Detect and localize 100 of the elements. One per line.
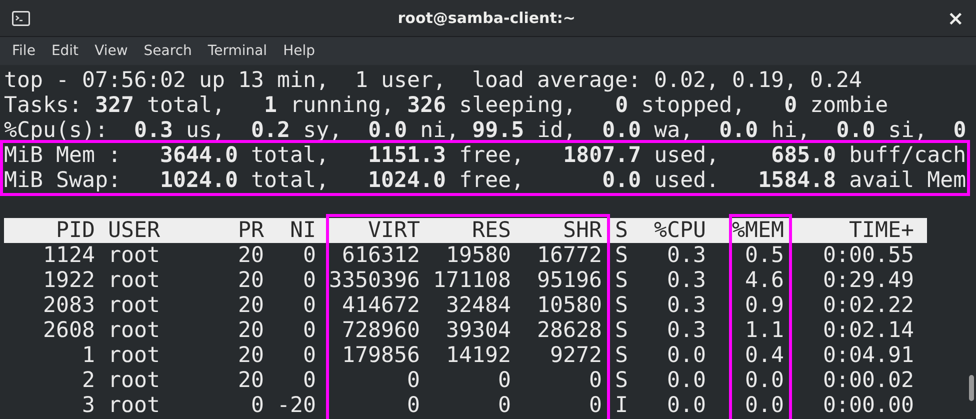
table-cell-text: 0.4 xyxy=(744,343,784,368)
table-cell-text: 1 xyxy=(80,343,95,368)
summary-line: Tasks: 327 total, 1 running, 326 sleeping, 0 stopped, 0 zombie xyxy=(4,93,890,118)
table-cell-text: 0 xyxy=(302,368,316,393)
table-cell-text: root xyxy=(107,343,162,368)
close-button[interactable]: × xyxy=(943,6,968,30)
table-cell-text: 0 xyxy=(302,343,316,368)
table-cell-text: 20 xyxy=(236,343,264,368)
table-cell-text: I xyxy=(614,393,628,418)
table-cell-text: 0.3 xyxy=(666,243,706,268)
terminal-icon xyxy=(12,10,30,26)
table-cell-text: S xyxy=(614,368,628,393)
column-header: S xyxy=(614,218,628,243)
table-cell-text: 179856 xyxy=(340,343,420,368)
table-cell-text: 616312 xyxy=(340,243,420,268)
table-cell-text: 2083 xyxy=(42,293,95,318)
table-cell-text: 0 xyxy=(302,293,316,318)
table-cell-text: 2 xyxy=(80,368,95,393)
table-cell-text: S xyxy=(614,268,628,293)
table-cell-text: 39304 xyxy=(444,318,511,343)
table-cell-text: 1922 xyxy=(42,268,95,293)
table-cell-text: 4.6 xyxy=(744,268,784,293)
table-cell-text: 0 xyxy=(406,368,420,393)
table-cell-text: root xyxy=(107,318,162,343)
table-cell-text: 0 xyxy=(250,393,264,418)
table-cell-text: 0.5 xyxy=(744,243,784,268)
summary-line: MiB Mem : 3644.0 total, 1151.3 free, 1807.7 used, 685.0 buff/cach xyxy=(4,143,967,168)
table-cell-text: 0 xyxy=(496,393,511,418)
table-cell-text: 3 xyxy=(80,393,95,418)
table-cell-text: 20 xyxy=(236,318,264,343)
table-cell-text: 0 xyxy=(496,368,511,393)
table-cell-text: 19580 xyxy=(444,243,511,268)
table-cell-text: 414672 xyxy=(340,293,420,318)
table-cell-text: 728960 xyxy=(340,318,420,343)
table-cell-text: 171108 xyxy=(432,268,511,293)
scrollbar-thumb[interactable] xyxy=(969,375,974,401)
table-cell-text: root xyxy=(107,268,162,293)
column-header: VIRT xyxy=(366,218,420,243)
column-header: TIME+ xyxy=(848,218,914,243)
table-cell-text: 1124 xyxy=(42,243,95,268)
table-cell-text: 16772 xyxy=(536,243,602,268)
table-cell-text: root xyxy=(107,393,162,418)
table-cell-text: root xyxy=(107,293,162,318)
table-cell-text: root xyxy=(107,368,162,393)
table-cell-text: 0:02.14 xyxy=(822,318,914,343)
menu-item[interactable]: Edit xyxy=(51,43,79,59)
table-cell-text: 0.3 xyxy=(666,318,706,343)
table-cell-text: S xyxy=(614,343,628,368)
table-cell-text: 0:00.55 xyxy=(822,243,914,268)
table-cell-text: S xyxy=(614,293,628,318)
table-cell-text: 0 xyxy=(302,268,316,293)
table-cell-text: 0:04.91 xyxy=(822,343,914,368)
table-cell-text: 0:02.22 xyxy=(822,293,914,318)
table-cell-text: 10580 xyxy=(536,293,602,318)
table-cell-text: 14192 xyxy=(444,343,511,368)
column-header: %CPU xyxy=(652,218,706,243)
column-header: NI xyxy=(288,218,316,243)
table-cell-text: 0.0 xyxy=(666,393,706,418)
table-cell-text: S xyxy=(614,243,628,268)
menu-item[interactable]: View xyxy=(94,43,128,59)
table-cell-text: 0.0 xyxy=(744,368,784,393)
summary-line: %Cpu(s): 0.3 us, 0.2 sy, 0.0 ni, 99.5 id, 0.0 wa, 0.0 hi, 0.0 si, 0 xyxy=(4,118,968,143)
menu-item[interactable]: Help xyxy=(283,43,315,59)
table-cell-text: 0.3 xyxy=(666,268,706,293)
window-title: root@samba-client:~ xyxy=(398,9,576,27)
column-header: %MEM xyxy=(730,218,784,243)
table-cell-text: 32484 xyxy=(444,293,511,318)
menu-item[interactable]: File xyxy=(12,43,36,59)
table-cell-text: root xyxy=(107,243,162,268)
column-header: PID xyxy=(54,218,95,243)
table-cell-text: 0:00.00 xyxy=(822,393,914,418)
table-cell-text: 0 xyxy=(588,393,602,418)
table-cell-text: 0.0 xyxy=(744,393,784,418)
table-cell-text: 3350396 xyxy=(328,268,420,293)
column-header: RES xyxy=(470,218,511,243)
table-cell-text: 28628 xyxy=(536,318,602,343)
table-cell-text: 0:29.49 xyxy=(822,268,914,293)
table-cell-text: 0 xyxy=(302,318,316,343)
table-cell-text: S xyxy=(614,318,628,343)
summary-line: top - 07:56:02 up 13 min, 1 user, load average: 0.02, 0.19, 0.24 xyxy=(4,68,864,93)
table-cell-text: -20 xyxy=(276,393,316,418)
table-cell-text: 20 xyxy=(236,268,264,293)
menu-item[interactable]: Terminal xyxy=(208,43,268,59)
table-cell-text: 2608 xyxy=(42,318,95,343)
table-cell-text: 0.0 xyxy=(666,368,706,393)
summary-line: MiB Swap: 1024.0 total, 1024.0 free, 0.0 used. 1584.8 avail Mem xyxy=(4,168,967,193)
table-cell-text: 20 xyxy=(236,243,264,268)
table-cell-text: 0 xyxy=(406,393,420,418)
column-header: PR xyxy=(236,218,264,243)
table-cell-text: 20 xyxy=(236,293,264,318)
menu-item[interactable]: Search xyxy=(144,43,192,59)
table-cell-text: 1.1 xyxy=(744,318,784,343)
table-cell-text: 0:00.02 xyxy=(822,368,914,393)
table-cell-text: 0 xyxy=(588,368,602,393)
column-header: USER xyxy=(107,218,162,243)
table-cell-text: 20 xyxy=(236,368,264,393)
table-cell-text: 0.3 xyxy=(666,293,706,318)
table-cell-text: 0.0 xyxy=(666,343,706,368)
table-cell-text: 0 xyxy=(302,243,316,268)
table-cell-text: 95196 xyxy=(536,268,602,293)
